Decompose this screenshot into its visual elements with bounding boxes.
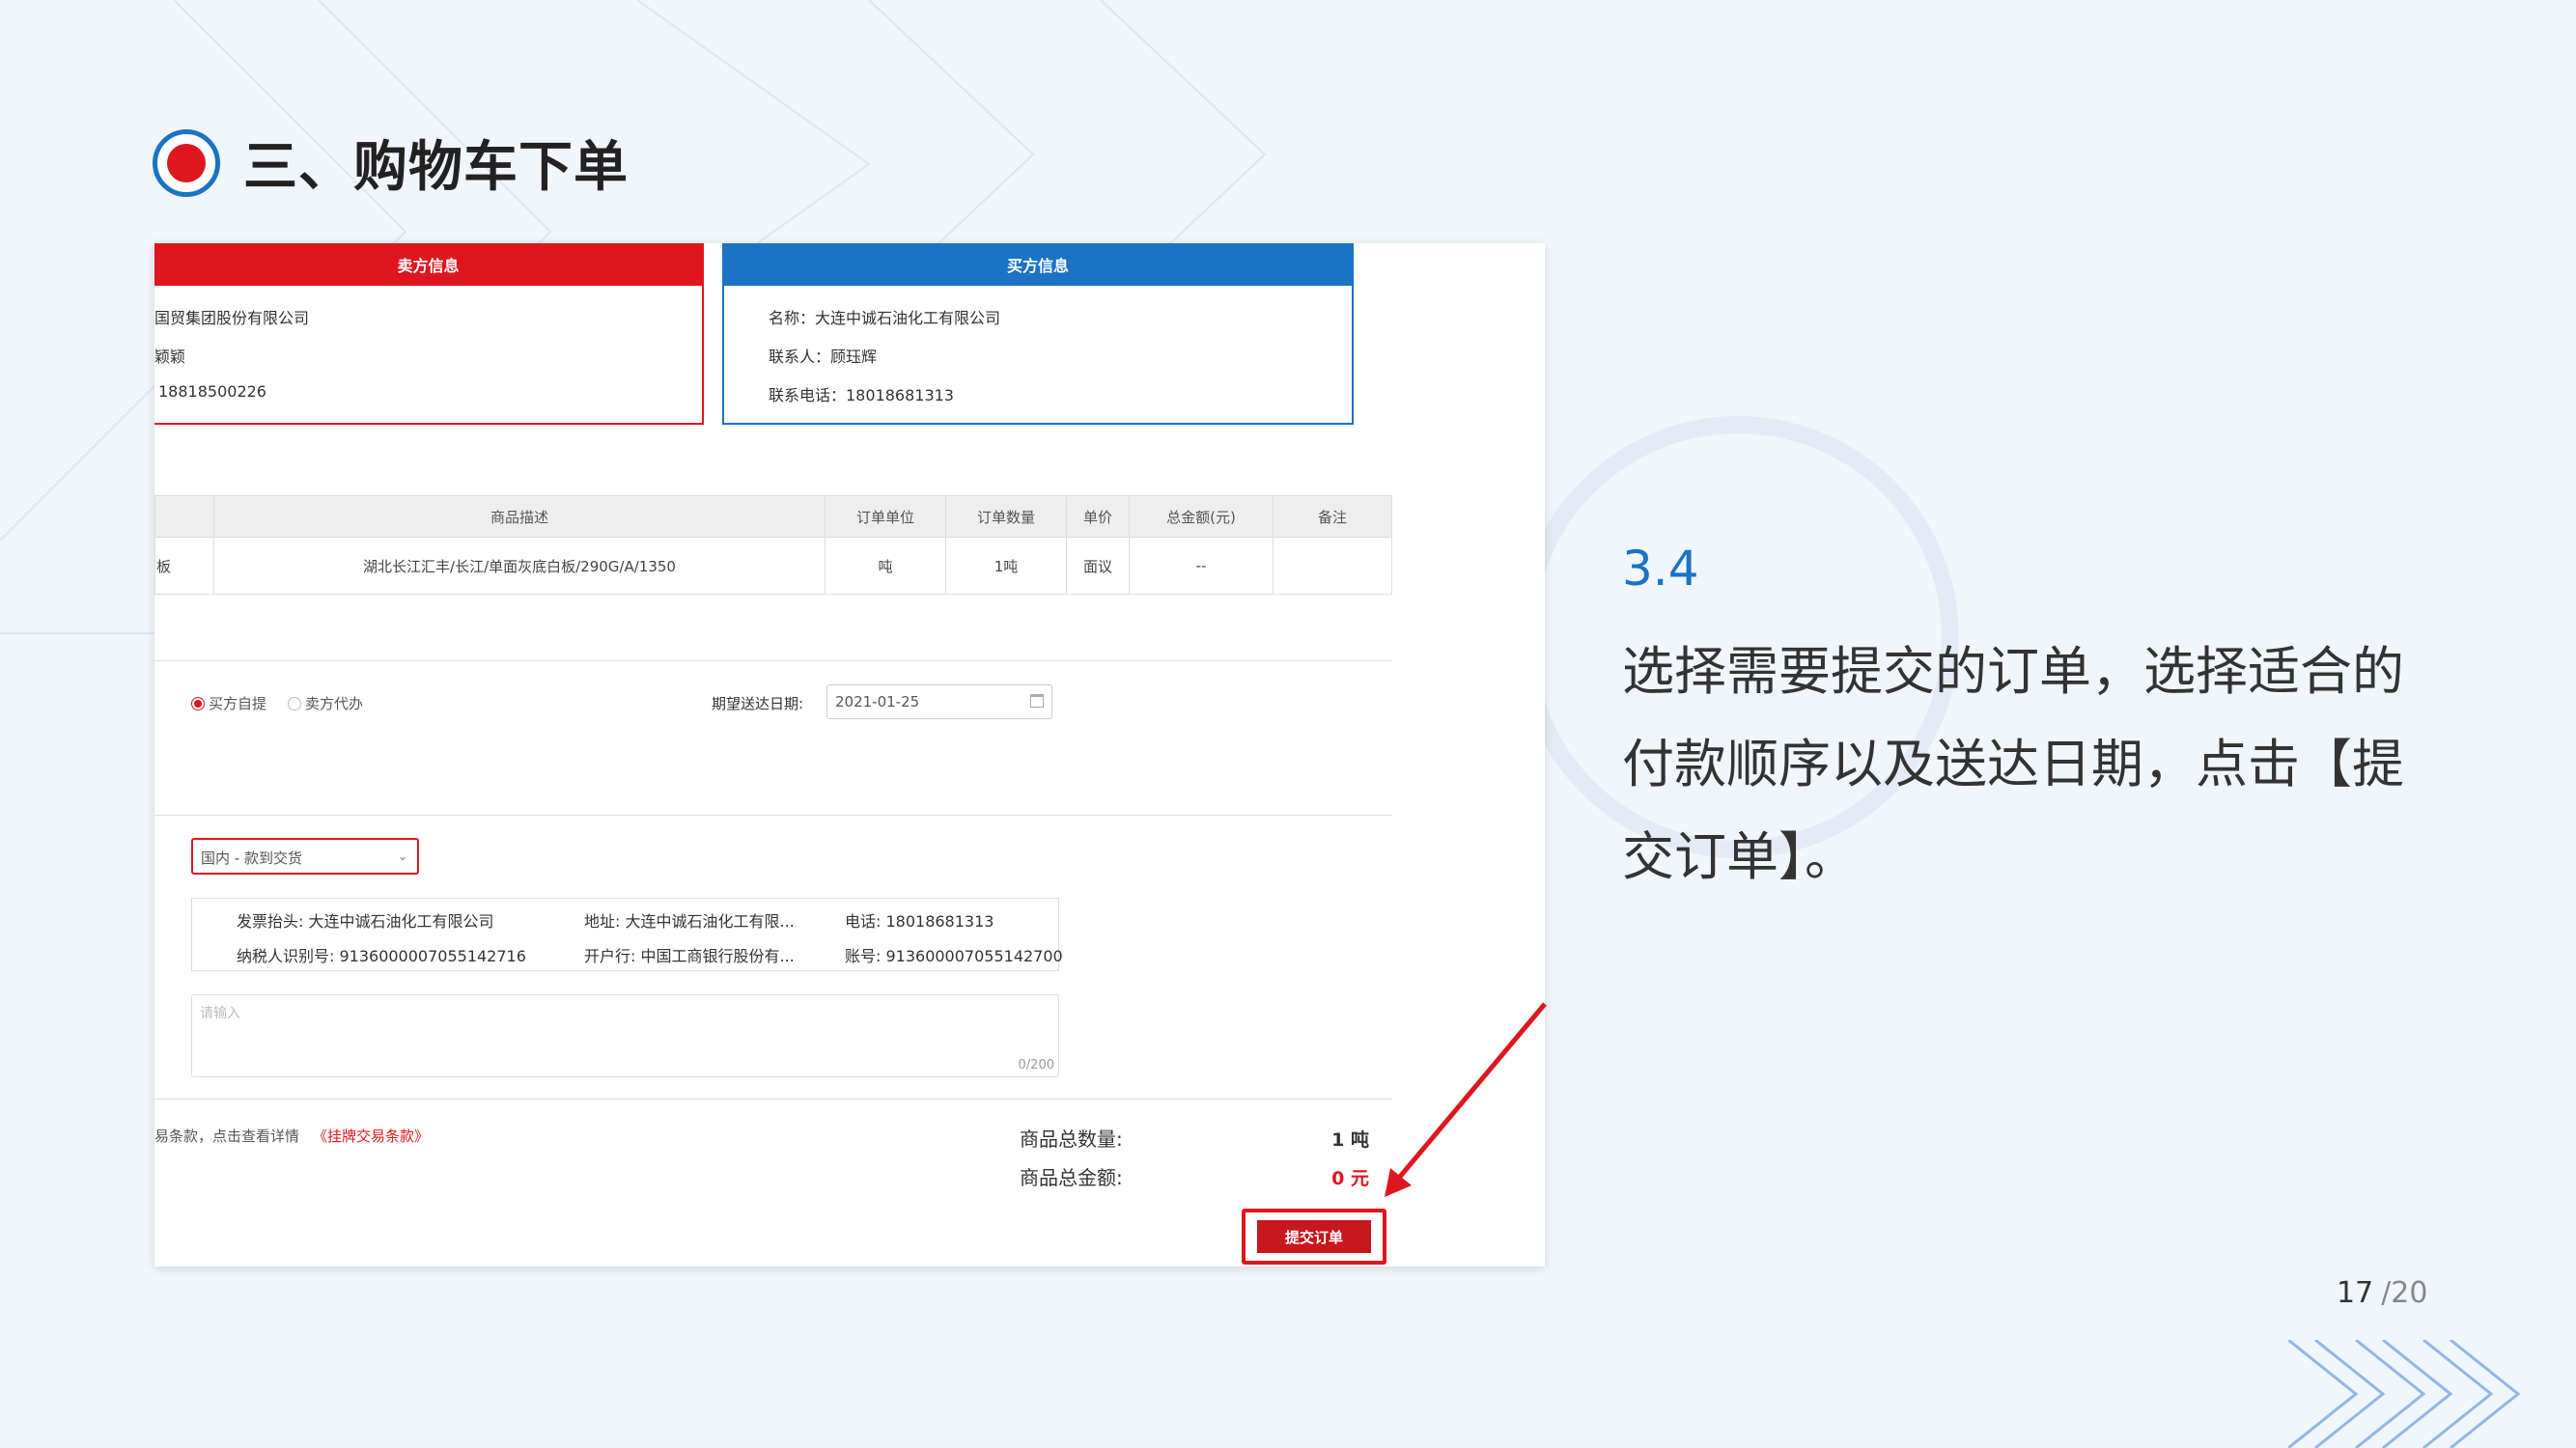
seller-name: 国贸集团股份有限公司: [154, 309, 310, 327]
table-cell: --: [1129, 537, 1274, 595]
target-icon: [153, 128, 220, 197]
date-value: 2021-01-25: [835, 693, 920, 710]
terms-link[interactable]: 《挂牌交易条款》: [313, 1128, 429, 1145]
red-arrow-icon: [1385, 1002, 1547, 1197]
seller-phone: 18818500226: [158, 382, 266, 401]
buyer-contact: 联系人：顾珏辉: [769, 348, 878, 366]
buyer-info-card: 买方信息 名称：大连中诚石油化工有限公司 联系人：顾珏辉 联系电话：180186…: [722, 243, 1354, 425]
arrow-tail: [1526, 1247, 1545, 1267]
terms-notice: 易条款，点击查看详情 《挂牌交易条款》: [154, 1126, 429, 1146]
goods-table: 商品描述 订单单位 订单数量 单价 总金额(元) 备注 板 湖北长江汇丰/长江/…: [154, 495, 1392, 595]
buyer-name: 名称：大连中诚石油化工有限公司: [769, 309, 1001, 327]
radio-unchecked-icon: [288, 696, 301, 710]
invoice-title: 发票抬头: 大连中诚石油化工有限公司: [237, 912, 494, 931]
invoice-bank: 开户行: 中国工商银行股份有...: [584, 947, 795, 965]
invoice-phone: 电话: 18018681313: [845, 912, 994, 931]
invoice-address: 地址: 大连中诚石油化工有限...: [584, 912, 795, 931]
remark-counter: 0/200: [1018, 1058, 1054, 1072]
seller-info-card: 卖方信息 国贸集团股份有限公司 颖颖 18818500226: [154, 243, 704, 425]
table-cell: 板: [154, 537, 214, 595]
step-number: 3.4: [1622, 541, 1699, 597]
invoice-info-box: 发票抬头: 大连中诚石油化工有限公司 地址: 大连中诚石油化工有限... 电话:…: [191, 898, 1063, 971]
column-header: 订单单位: [825, 495, 946, 538]
buyer-phone: 联系电话：18018681313: [769, 386, 954, 404]
order-screenshot: 卖方信息 国贸集团股份有限公司 颖颖 18818500226 买方信息 名称：大…: [154, 243, 1545, 1267]
total-quantity-label: 商品总数量:: [1020, 1128, 1123, 1151]
calendar-icon[interactable]: [1030, 694, 1044, 708]
total-quantity-value: 1 吨: [1331, 1129, 1369, 1151]
table-cell: [1273, 537, 1392, 595]
buyer-card-header: 买方信息: [724, 243, 1352, 286]
seller-card-header: 卖方信息: [154, 243, 702, 286]
remark-textarea[interactable]: 请输入 0/200: [191, 994, 1059, 1077]
page-total: /20: [2381, 1276, 2428, 1310]
column-header: 订单数量: [945, 495, 1067, 538]
step-description: 选择需要提交的订单，选择适合的付款顺序以及送达日期，点击【提交订单】。: [1622, 641, 2404, 887]
table-cell: 湖北长江汇丰/长江/单面灰底白板/290G/A/1350: [213, 537, 826, 595]
chevron-right-icon: [2288, 1340, 2521, 1448]
delivery-date-label: 期望送达日期:: [712, 695, 804, 712]
radio-label: 买方自提: [209, 695, 267, 712]
invoice-tax-id: 纳税人识别号: 91360000070551427​16: [237, 947, 526, 965]
divider: [154, 660, 1392, 661]
table-cell: 吨: [825, 537, 946, 595]
table-header-row: 商品描述 订单单位 订单数量 单价 总金额(元) 备注: [154, 495, 1392, 538]
slide-title-text: 三、购物车下单: [243, 136, 629, 199]
chevron-down-icon: ⌄: [397, 849, 407, 863]
column-header: 单价: [1066, 495, 1130, 538]
column-header: 商品描述: [213, 495, 826, 538]
table-cell: 1吨: [945, 537, 1067, 595]
remark-placeholder: 请输入: [200, 1006, 240, 1021]
radio-label: 卖方代办: [305, 695, 364, 712]
slide-title: 三、购物车下单: [153, 124, 629, 202]
column-header: 备注: [1273, 495, 1392, 538]
terms-text: 易条款，点击查看详情: [154, 1128, 300, 1145]
page-indicator: 17/20: [2337, 1276, 2427, 1310]
total-amount-value: 0 元: [1331, 1168, 1369, 1189]
column-header: 总金额(元): [1129, 495, 1274, 538]
submit-order-button[interactable]: 提交订单: [1257, 1220, 1371, 1253]
radio-buyer-pickup[interactable]: 买方自提: [191, 693, 266, 713]
payment-selected-value: 国内 - 款到交货: [201, 849, 302, 867]
table-row: 板 湖北长江汇丰/长江/单面灰底白板/290G/A/1350 吨 1吨 面议 -…: [154, 537, 1392, 595]
payment-method-select[interactable]: 国内 - 款到交货 ⌄: [191, 838, 419, 875]
page-current: 17: [2337, 1276, 2374, 1310]
total-amount-label: 商品总金额:: [1020, 1166, 1123, 1189]
seller-contact: 颖颖: [154, 348, 186, 366]
divider: [154, 815, 1392, 816]
divider: [154, 1099, 1392, 1100]
radio-checked-icon: [191, 696, 205, 710]
invoice-account: 账号: 9136000070551427​00: [845, 947, 1063, 965]
radio-seller-delivery[interactable]: 卖方代办: [288, 693, 363, 713]
delivery-date-input[interactable]: 2021-01-25: [826, 684, 1052, 719]
table-cell: 面议: [1066, 537, 1130, 595]
column-header: [154, 495, 214, 538]
